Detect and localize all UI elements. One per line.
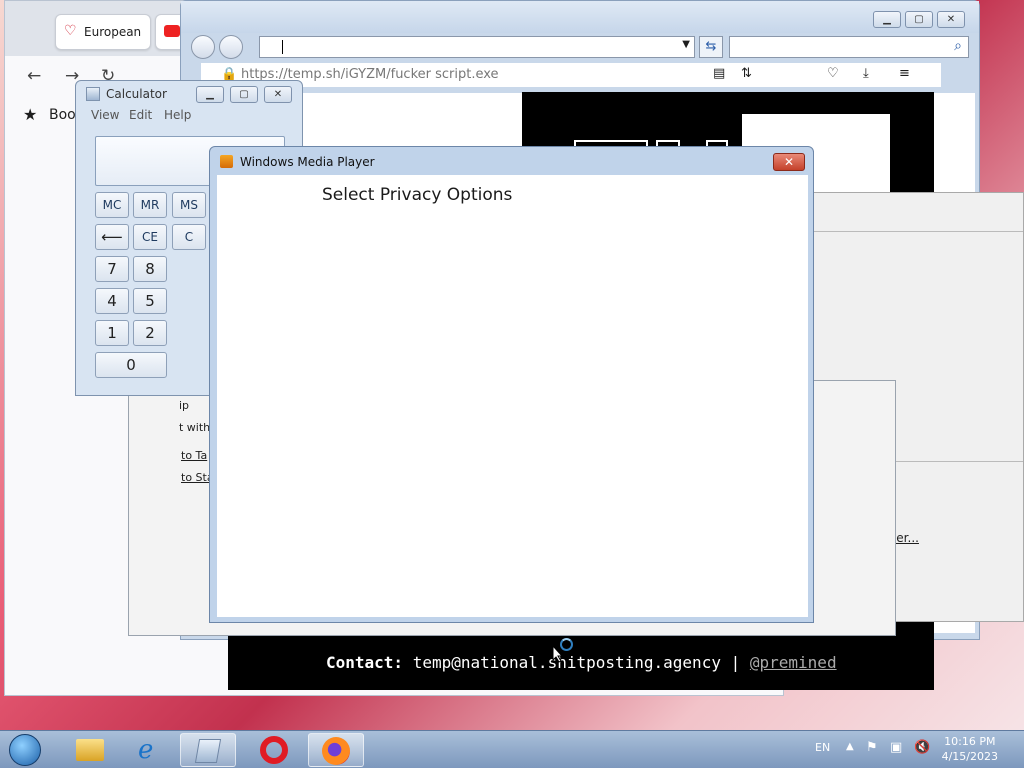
address-bar[interactable]: ▼	[259, 36, 695, 58]
wmp-dialog[interactable]: Windows Media Player ✕ Select Privacy Op…	[209, 146, 814, 623]
ce-button[interactable]: CE	[133, 224, 167, 250]
clock-date: 4/15/2023	[941, 750, 998, 763]
digit-5-button[interactable]: 5	[133, 288, 167, 314]
divider	[813, 231, 1023, 232]
wmp-icon	[220, 155, 233, 168]
flag-icon[interactable]: ⚑	[866, 740, 878, 755]
refresh-icon[interactable]: ⇆	[699, 36, 723, 58]
window-text: t with	[179, 421, 211, 434]
digit-7-button[interactable]: 7	[95, 256, 129, 282]
pocket-icon[interactable]: ♡	[827, 66, 839, 81]
youtube-icon	[164, 25, 180, 37]
maximize-button[interactable]: ▢	[905, 11, 933, 28]
calc-minimize-button[interactable]: ▁	[196, 86, 224, 103]
digit-0-button[interactable]: 0	[95, 352, 167, 378]
privacy-options-heading: Select Privacy Options	[322, 185, 513, 205]
digit-8-button[interactable]: 8	[133, 256, 167, 282]
close-button[interactable]: ✕	[937, 11, 965, 28]
clock[interactable]: 10:16 PM 4/15/2023	[942, 734, 998, 764]
menu-view[interactable]: View	[91, 108, 119, 122]
reader-icon[interactable]: ▤	[713, 66, 725, 81]
wmp-titlebar: Windows Media Player ✕	[210, 147, 813, 175]
minimize-button[interactable]: ▁	[873, 11, 901, 28]
dropdown-icon[interactable]: ▼	[682, 39, 690, 50]
show-hidden-icons-icon[interactable]: ▲	[846, 741, 854, 752]
windows-logo-icon	[9, 734, 41, 766]
contact-footer: Contact: temp@national.shitposting.agenc…	[228, 636, 934, 690]
contact-separator: |	[730, 653, 741, 672]
tab-label: European	[84, 25, 142, 39]
wmp-title: Windows Media Player	[240, 155, 375, 169]
opera-icon	[260, 736, 288, 764]
ie-forward-icon[interactable]	[219, 35, 243, 59]
calc-maximize-button[interactable]: ▢	[230, 86, 258, 103]
taskbar-explorer[interactable]	[62, 733, 118, 767]
mr-button[interactable]: MR	[133, 192, 167, 218]
digit-4-button[interactable]: 4	[95, 288, 129, 314]
ms-button[interactable]: MS	[172, 192, 206, 218]
mc-button[interactable]: MC	[95, 192, 129, 218]
text-cursor	[282, 40, 283, 54]
firefox-tab[interactable]: ♡ European	[55, 14, 151, 50]
digit-2-button[interactable]: 2	[133, 320, 167, 346]
digit-1-button[interactable]: 1	[95, 320, 129, 346]
contact-handle-link[interactable]: @premined	[750, 653, 837, 672]
bookmarks-label: Boo	[49, 107, 76, 123]
language-indicator[interactable]: EN	[815, 741, 830, 754]
window-link[interactable]: to Ta	[181, 449, 207, 462]
download-icon[interactable]: ⤓	[863, 66, 869, 81]
folder-icon	[76, 739, 104, 761]
c-button[interactable]: C	[172, 224, 206, 250]
contact-email[interactable]: temp@national.shitposting.agency	[413, 653, 721, 672]
network-icon[interactable]: ▣	[890, 740, 902, 755]
busy-spinner-icon	[560, 638, 573, 651]
ie-titlebar: ▁ ▢ ✕	[181, 1, 979, 33]
translate-icon[interactable]: ⇅	[741, 66, 752, 81]
calculator-title: Calculator	[106, 87, 167, 101]
wmp-content: Select Privacy Options	[217, 175, 808, 617]
taskbar-firefox[interactable]	[308, 733, 364, 767]
volume-muted-icon[interactable]: 🔇	[914, 740, 930, 755]
taskbar-opera[interactable]	[248, 733, 304, 767]
star-icon: ★	[23, 105, 38, 124]
backspace-button[interactable]: ⟵	[95, 224, 129, 250]
heart-icon: ♡	[64, 23, 77, 39]
start-button[interactable]	[4, 733, 46, 767]
ie-icon: e	[138, 735, 154, 765]
ie-back-icon[interactable]	[191, 35, 215, 59]
wmp-close-button[interactable]: ✕	[773, 153, 805, 171]
calc-close-button[interactable]: ✕	[264, 86, 292, 103]
contact-label: Contact:	[326, 653, 404, 672]
taskbar: e EN ▲ ⚑ ▣ 🔇 10:16 PM 4/15/2023	[0, 730, 1024, 768]
calculator-menu: View Edit Help	[76, 107, 302, 125]
menu-icon[interactable]: ≡	[899, 66, 910, 81]
taskbar-ie[interactable]: e	[124, 733, 180, 767]
clock-time: 10:16 PM	[944, 735, 996, 748]
back-arrow-icon[interactable]: ←	[27, 66, 41, 86]
search-icon[interactable]: ⌕	[954, 38, 962, 54]
firefox-icon	[322, 737, 350, 765]
search-box[interactable]: ⌕	[729, 36, 969, 58]
calculator-taskbar-icon	[194, 739, 222, 763]
taskbar-calculator[interactable]	[180, 733, 236, 767]
calculator-icon	[86, 87, 100, 101]
url-bar[interactable]: 🔒 https://temp.sh/iGYZM/fucker script.ex…	[201, 63, 941, 87]
menu-help[interactable]: Help	[164, 108, 191, 122]
menu-edit[interactable]: Edit	[129, 108, 152, 122]
window-text: ip	[179, 399, 190, 412]
